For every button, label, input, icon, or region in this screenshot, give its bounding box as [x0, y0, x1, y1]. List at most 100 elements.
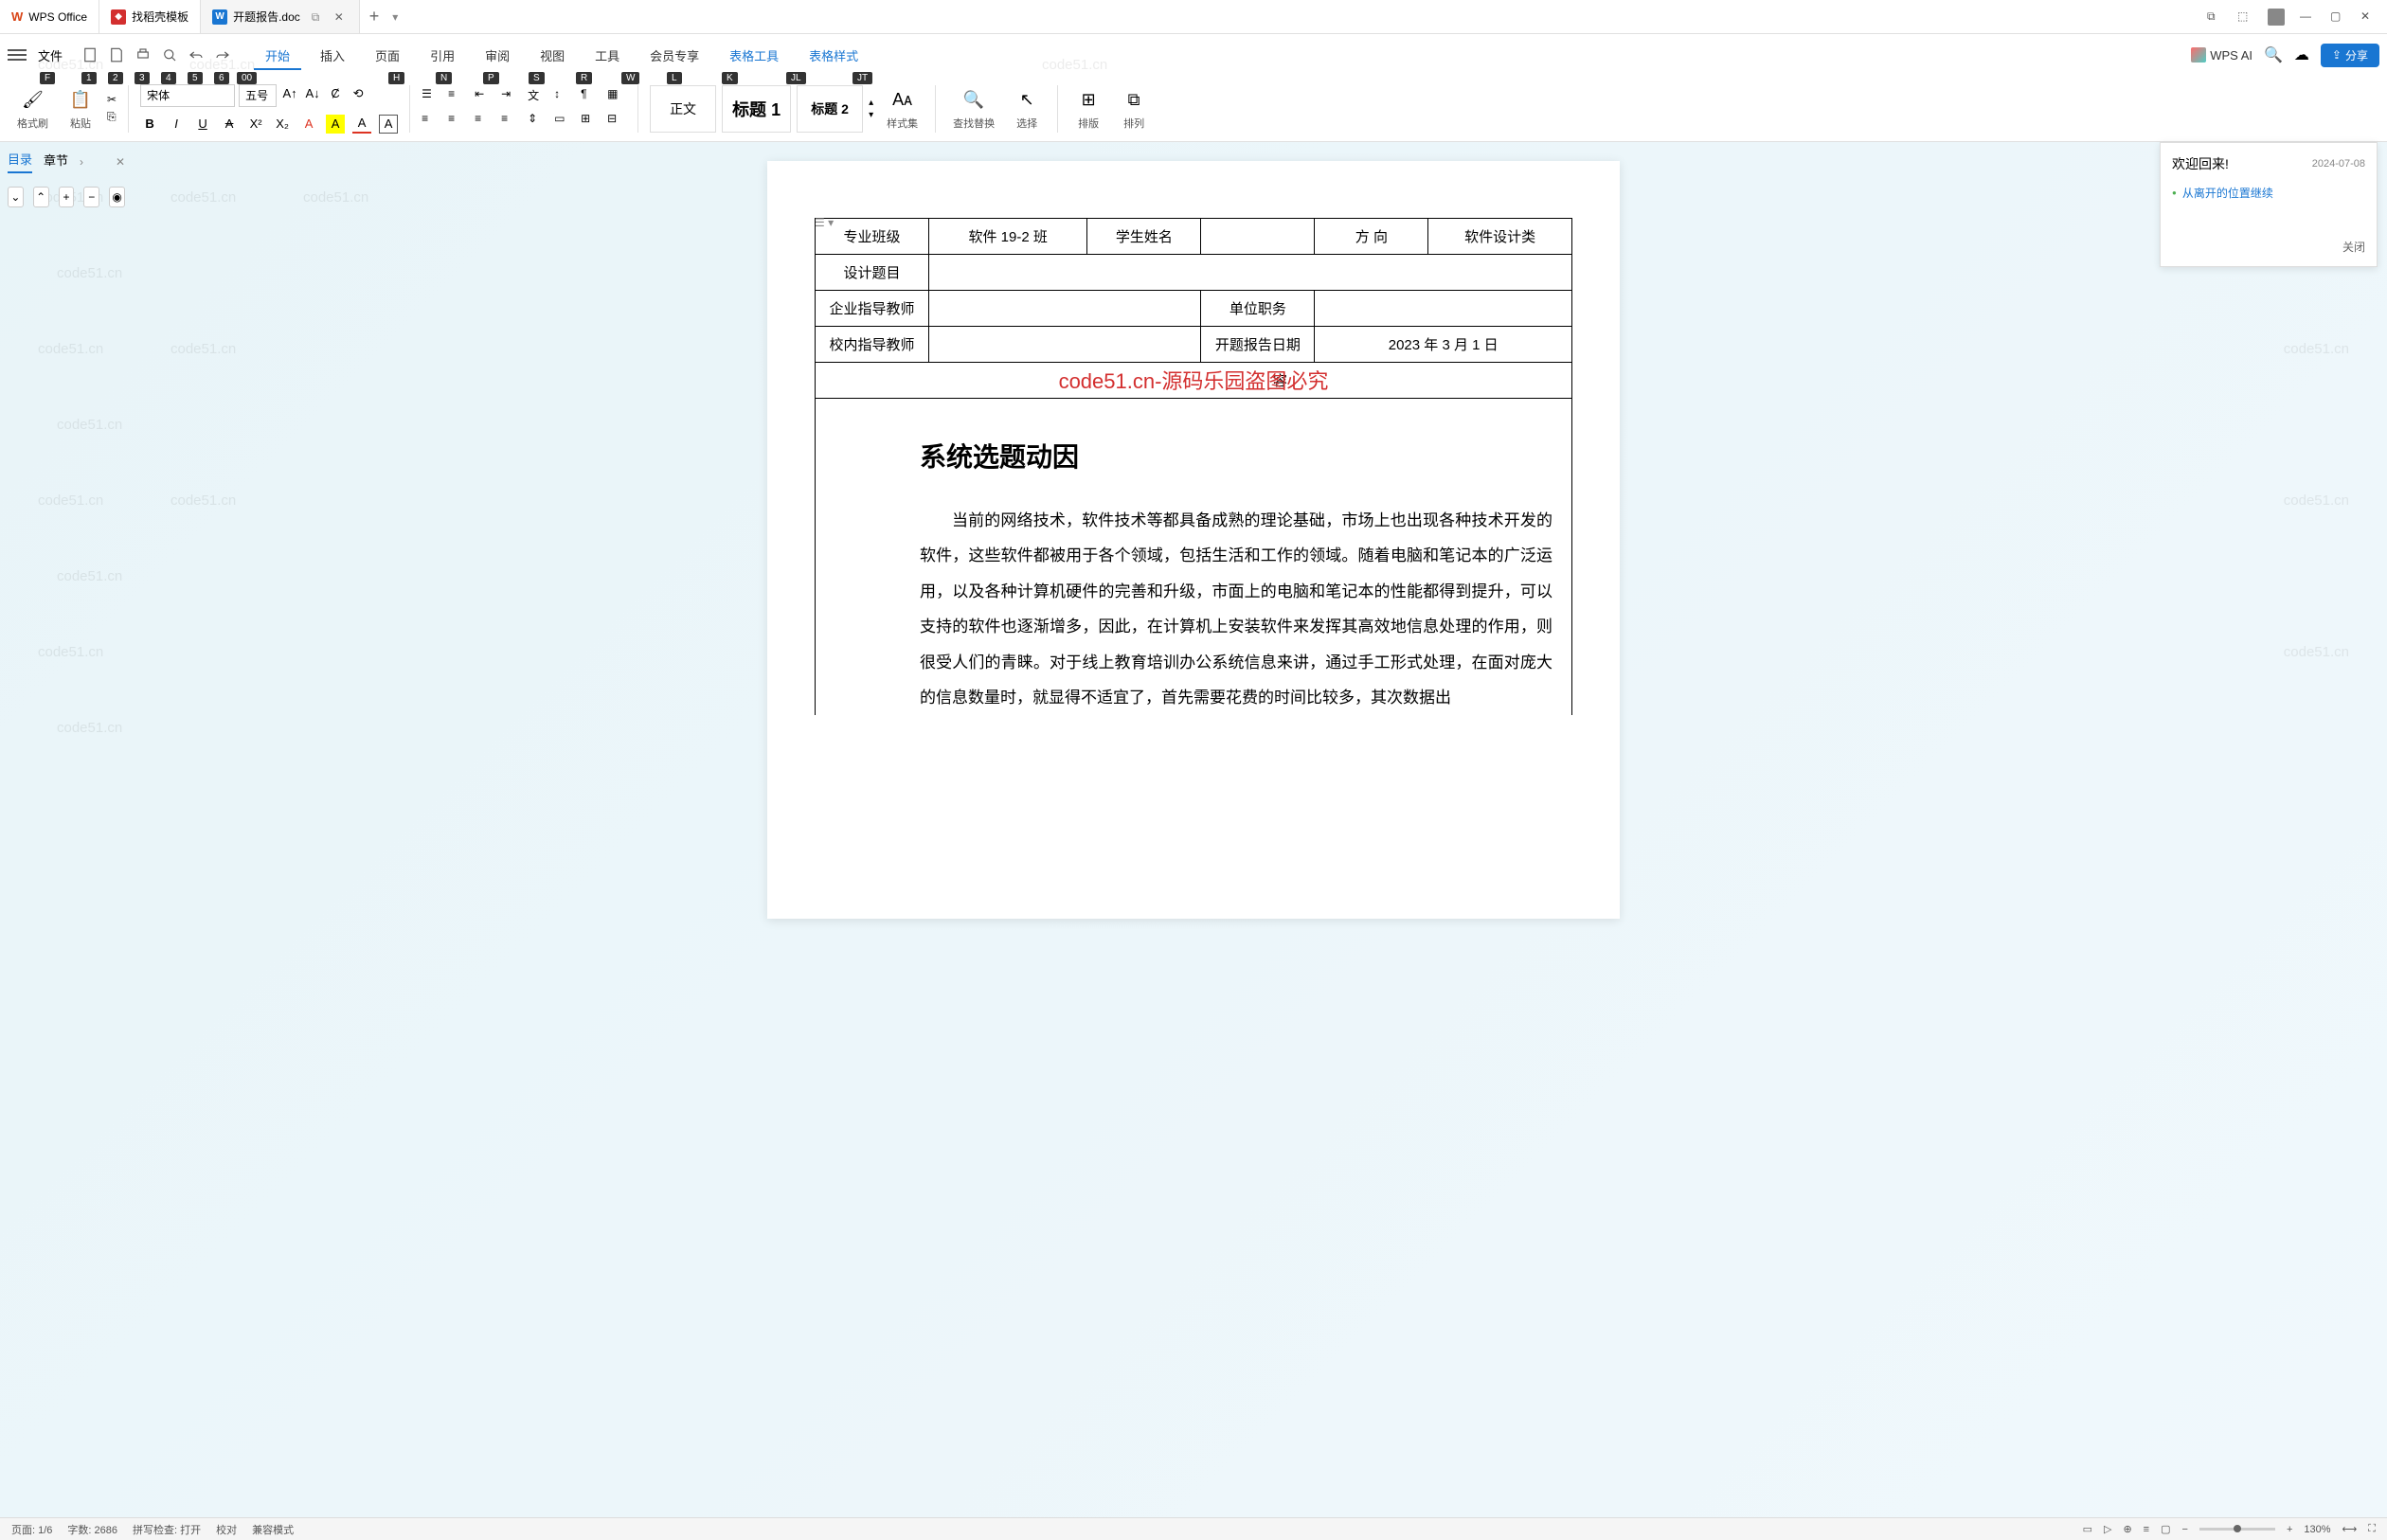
style-up-icon[interactable]: ▴ — [869, 98, 873, 108]
tab-table-style[interactable]: 表格样式 — [798, 41, 870, 70]
paste-group[interactable]: 📋 粘贴 — [62, 87, 99, 131]
columns-icon[interactable]: ▦ — [607, 87, 626, 106]
decrease-font-icon[interactable]: A↓ — [303, 84, 322, 103]
document-viewport[interactable]: ☰ ▾ 专业班级 软件 19-2 班 学生姓名 方 向 软件设计类 设计题目 企… — [0, 142, 2387, 1517]
cell-report-date-val[interactable]: 2023 年 3 月 1 日 — [1315, 327, 1572, 363]
select-group[interactable]: ↖ 选择 — [1008, 87, 1046, 131]
new-doc-icon[interactable] — [81, 46, 99, 63]
view-outline-icon[interactable]: ≡ — [2144, 1524, 2149, 1535]
underline-button[interactable]: U — [193, 115, 212, 134]
undo-icon[interactable] — [188, 46, 205, 63]
copy-icon[interactable]: ⎘ — [107, 110, 117, 124]
status-spell[interactable]: 拼写检查: 打开 — [133, 1522, 201, 1537]
bullet-list-icon[interactable]: ☰ — [422, 87, 440, 106]
multi-window-icon[interactable]: ⧉ — [2207, 9, 2222, 25]
cell-enterprise-teacher[interactable]: 企业指导教师 — [816, 291, 929, 327]
align-justify-icon[interactable]: ≡ — [501, 112, 520, 131]
file-menu[interactable]: 文件 — [32, 43, 68, 68]
tab-start[interactable]: 开始 — [254, 41, 301, 70]
cloud-icon[interactable]: ☁ — [2294, 45, 2309, 64]
tabs-icon[interactable]: ⊟ — [607, 112, 626, 131]
save-icon[interactable] — [108, 46, 125, 63]
print-icon[interactable] — [135, 46, 152, 63]
document-page[interactable]: ☰ ▾ 专业班级 软件 19-2 班 学生姓名 方 向 软件设计类 设计题目 企… — [767, 161, 1620, 919]
tab-reference[interactable]: 引用 — [419, 41, 466, 70]
tab-table-tools[interactable]: 表格工具 — [718, 41, 790, 70]
tab-tools[interactable]: 工具 — [583, 41, 631, 70]
cell-unit-position-val[interactable] — [1315, 291, 1572, 327]
font-name-select[interactable]: 宋体 — [140, 84, 235, 107]
text-direction-icon[interactable]: 文 — [528, 87, 547, 106]
superscript-button[interactable]: X² — [246, 115, 265, 134]
highlight-button[interactable]: A — [326, 115, 345, 134]
document-tab[interactable]: W 开题报告.doc ⧉ ✕ — [201, 0, 360, 33]
subscript-button[interactable]: X₂ — [273, 115, 292, 134]
sort-icon[interactable]: ↕ — [554, 87, 573, 106]
style-heading1[interactable]: 标题 1 — [722, 85, 791, 133]
style-heading2[interactable]: 标题 2 — [797, 85, 863, 133]
status-page[interactable]: 页面: 1/6 — [11, 1522, 52, 1537]
print-preview-icon[interactable] — [161, 46, 178, 63]
tab-review[interactable]: 审阅 — [474, 41, 521, 70]
tab-page[interactable]: 页面 — [364, 41, 411, 70]
style-normal[interactable]: 正文 — [650, 85, 716, 133]
cell-direction-val[interactable]: 软件设计类 — [1428, 219, 1572, 255]
view-focus-icon[interactable]: ▢ — [2161, 1523, 2170, 1535]
close-tab-icon[interactable]: ✕ — [334, 10, 348, 24]
strikethrough-button[interactable]: A — [220, 115, 239, 134]
cell-design-topic-val[interactable] — [929, 255, 1572, 291]
arrange-group[interactable]: ⧉ 排列 — [1115, 87, 1153, 131]
zoom-in-button[interactable]: + — [2287, 1524, 2292, 1535]
format-brush-group[interactable]: 🖌 格式刷 — [11, 87, 54, 131]
find-replace-group[interactable]: 🔍 查找替换 — [947, 87, 1000, 131]
tab-member[interactable]: 会员专享 — [638, 41, 710, 70]
show-marks-icon[interactable]: ¶ — [581, 87, 600, 106]
avatar-icon[interactable] — [2268, 9, 2285, 26]
doc-heading[interactable]: 系统选题动因 — [920, 437, 1571, 475]
info-table[interactable]: 专业班级 软件 19-2 班 学生姓名 方 向 软件设计类 设计题目 企业指导教… — [815, 218, 1572, 715]
cell-report-date[interactable]: 开题报告日期 — [1201, 327, 1315, 363]
tab-insert[interactable]: 插入 — [309, 41, 356, 70]
cell-school-teacher-val[interactable] — [929, 327, 1201, 363]
doc-body-text[interactable]: 当前的网络技术，软件技术等都具备成熟的理论基础，市场上也出现各种技术开发的软件，… — [816, 503, 1571, 715]
layout-group[interactable]: ⊞ 排版 — [1069, 87, 1107, 131]
cube-icon[interactable]: ⬚ — [2237, 9, 2252, 25]
view-page-icon[interactable]: ▭ — [2083, 1523, 2092, 1535]
italic-button[interactable]: I — [167, 115, 186, 134]
view-web-icon[interactable]: ⊕ — [2123, 1523, 2131, 1535]
line-spacing-icon[interactable]: ⇕ — [528, 112, 547, 131]
cell-student-name[interactable]: 学生姓名 — [1087, 219, 1201, 255]
status-words[interactable]: 字数: 2686 — [67, 1522, 117, 1537]
char-border-button[interactable]: A — [379, 115, 398, 134]
status-compat[interactable]: 兼容模式 — [252, 1522, 294, 1537]
tab-view[interactable]: 视图 — [529, 41, 576, 70]
align-right-icon[interactable]: ≡ — [475, 112, 494, 131]
bold-button[interactable]: B — [140, 115, 159, 134]
cell-major-class-val[interactable]: 软件 19-2 班 — [929, 219, 1087, 255]
restore-tab-icon[interactable]: ⧉ — [312, 10, 325, 24]
redo-icon[interactable] — [214, 46, 231, 63]
fullscreen-icon[interactable]: ⛶ — [2368, 1523, 2376, 1535]
share-button[interactable]: ⇪ 分享 — [2321, 44, 2379, 67]
style-down-icon[interactable]: ▾ — [869, 110, 873, 120]
hamburger-icon[interactable] — [8, 49, 27, 61]
status-proofread[interactable]: 校对 — [216, 1522, 237, 1537]
clear-format-icon[interactable]: Ȼ — [326, 84, 345, 103]
zoom-value[interactable]: 130% — [2304, 1524, 2330, 1535]
app-tab[interactable]: W WPS Office — [0, 0, 99, 33]
maximize-icon[interactable]: ▢ — [2330, 9, 2345, 25]
text-effect-button[interactable]: A — [352, 115, 371, 134]
font-size-select[interactable]: 五号 — [239, 84, 277, 107]
search-icon[interactable]: 🔍 — [2264, 45, 2283, 64]
phonetic-icon[interactable]: ⟲ — [349, 84, 368, 103]
align-left-icon[interactable]: ≡ — [422, 112, 440, 131]
increase-indent-icon[interactable]: ⇥ — [501, 87, 520, 106]
view-read-icon[interactable]: ▷ — [2104, 1523, 2111, 1535]
cell-design-topic[interactable]: 设计题目 — [816, 255, 929, 291]
minimize-icon[interactable]: — — [2300, 9, 2315, 25]
cell-enterprise-teacher-val[interactable] — [929, 291, 1201, 327]
increase-font-icon[interactable]: A↑ — [280, 84, 299, 103]
welcome-continue-link[interactable]: 从离开的位置继续 — [2172, 185, 2365, 201]
wps-ai-button[interactable]: WPS AI — [2191, 47, 2252, 63]
font-color-button[interactable]: A — [299, 115, 318, 134]
